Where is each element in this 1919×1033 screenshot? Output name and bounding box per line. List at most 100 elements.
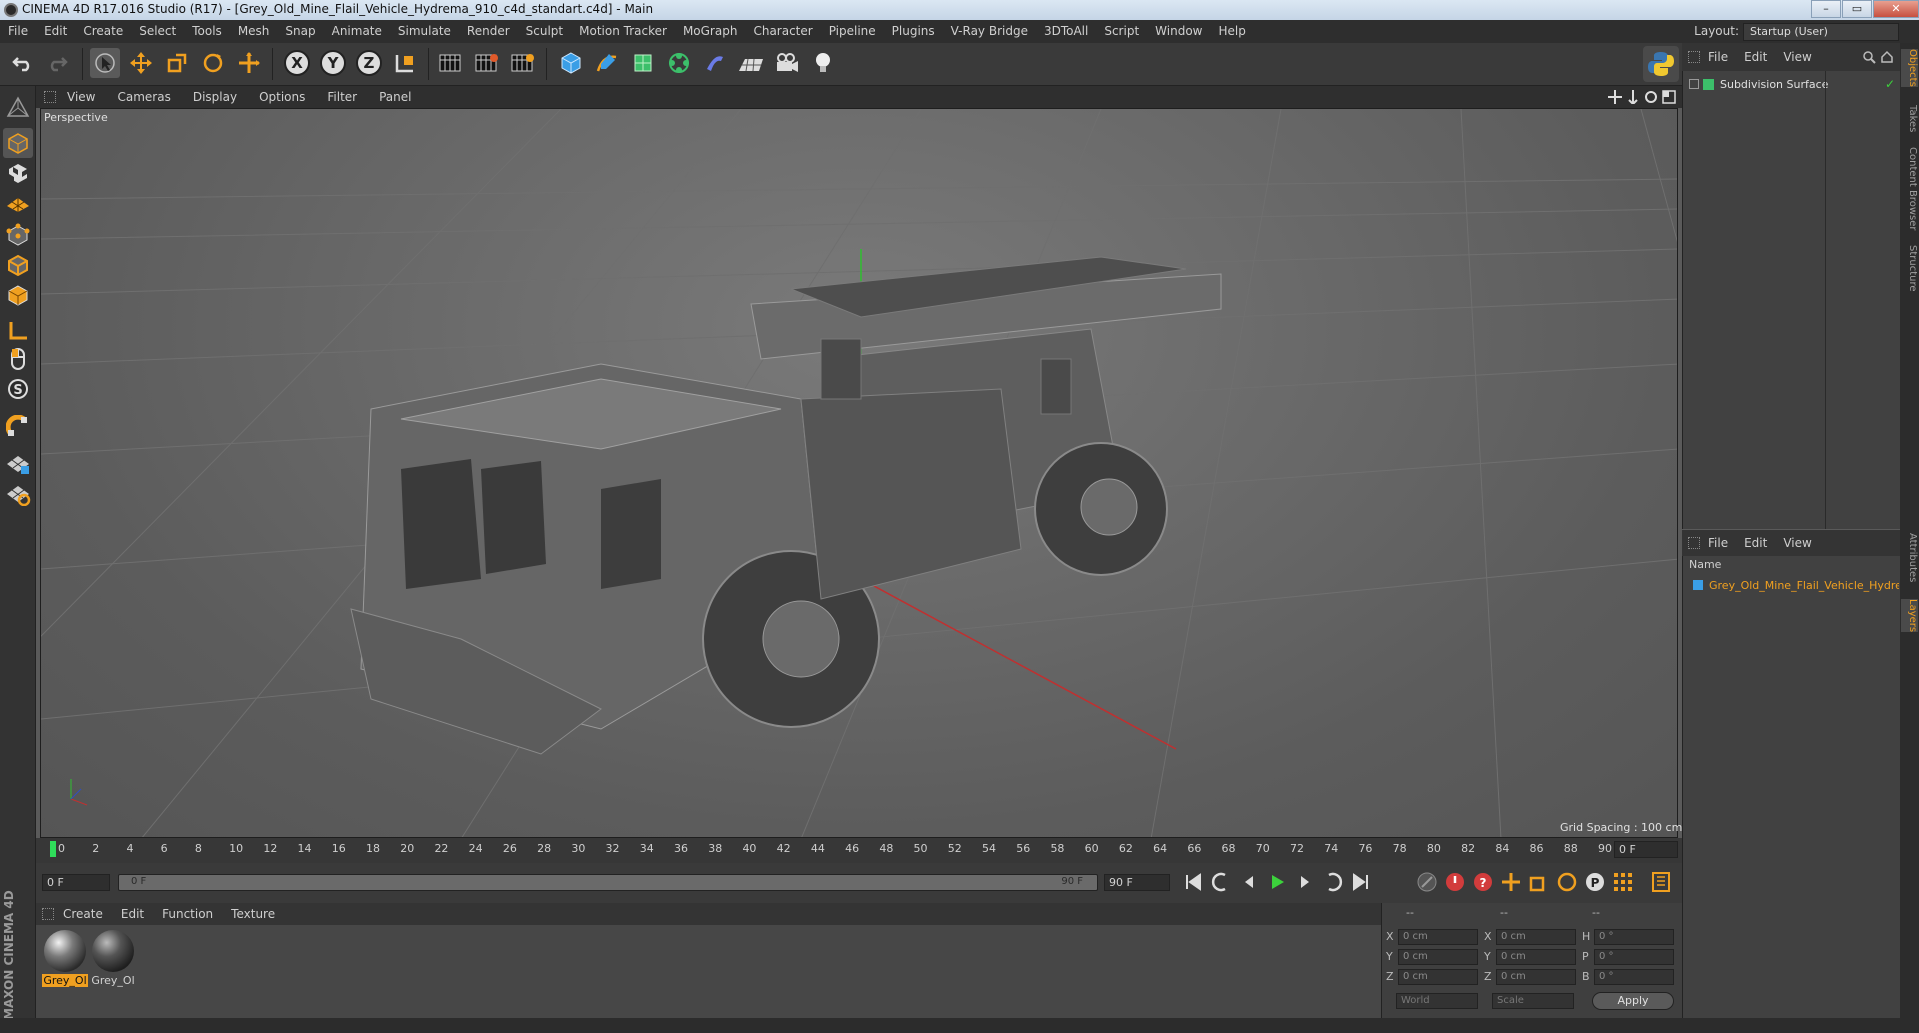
menu-window[interactable]: Window [1147, 20, 1210, 43]
tab-attributes[interactable]: Attributes [1901, 533, 1918, 582]
layer-menu-file[interactable]: File [1700, 530, 1736, 556]
menu-3dtoall[interactable]: 3DToAll [1036, 20, 1096, 43]
go-to-end-icon[interactable] [1350, 871, 1372, 893]
material-swatch[interactable]: Grey_Ol [90, 928, 136, 987]
material-menu-edit[interactable]: Edit [112, 903, 153, 925]
menu-tools[interactable]: Tools [184, 20, 230, 43]
edges-mode-icon[interactable] [3, 250, 33, 280]
position-z-field[interactable]: 0 cm [1398, 969, 1478, 985]
polygons-mode-icon[interactable] [3, 280, 33, 310]
x-axis-lock-icon[interactable]: X [282, 48, 312, 78]
layer-row[interactable]: Grey_Old_Mine_Flail_Vehicle_Hydrema_910 [1693, 576, 1899, 594]
maximize-view-icon[interactable] [1662, 90, 1676, 104]
tab-takes[interactable]: Takes [1901, 105, 1918, 132]
rotation-b-field[interactable]: 0 ° [1594, 969, 1674, 985]
make-editable-icon[interactable] [3, 92, 33, 122]
position-x-field[interactable]: 0 cm [1398, 929, 1478, 945]
viewport-menu-display[interactable]: Display [182, 86, 248, 108]
menu-select[interactable]: Select [131, 20, 184, 43]
render-settings-icon[interactable] [508, 48, 538, 78]
timeline-window-icon[interactable] [1650, 871, 1672, 893]
layer-menu-edit[interactable]: Edit [1736, 530, 1775, 556]
render-to-picture-viewer-icon[interactable] [472, 48, 502, 78]
python-icon[interactable] [1643, 46, 1679, 82]
floor-icon[interactable] [736, 48, 766, 78]
tab-content-browser[interactable]: Content Browser [1901, 147, 1918, 230]
rotate-icon[interactable] [198, 48, 228, 78]
menu-file[interactable]: File [0, 20, 36, 43]
perspective-viewport[interactable] [40, 108, 1678, 838]
size-x-field[interactable]: 0 cm [1496, 929, 1576, 945]
current-frame-field[interactable]: 0 F [1614, 841, 1678, 858]
viewport-menu-panel[interactable]: Panel [368, 86, 422, 108]
layer-menu-view[interactable]: View [1775, 530, 1819, 556]
enabled-check-icon[interactable]: ✓ [1885, 77, 1895, 91]
dolly-view-icon[interactable] [1626, 90, 1640, 104]
menu-motion-tracker[interactable]: Motion Tracker [571, 20, 675, 43]
planar-workplane-lock-icon[interactable] [3, 448, 33, 478]
key-position-icon[interactable] [1500, 871, 1522, 893]
camera-icon[interactable] [772, 48, 802, 78]
cube-icon[interactable] [556, 48, 586, 78]
locked-workplane-icon[interactable] [3, 412, 33, 442]
layout-select[interactable]: Startup (User) [1743, 23, 1899, 41]
frame-range-slider[interactable]: 0 F 90 F [118, 874, 1098, 891]
key-parameter-icon[interactable]: P [1584, 871, 1606, 893]
y-axis-lock-icon[interactable]: Y [318, 48, 348, 78]
start-frame-field[interactable]: 0 F [42, 874, 110, 891]
undo-icon[interactable] [8, 48, 38, 78]
texture-mode-icon[interactable] [3, 158, 33, 188]
material-menu-texture[interactable]: Texture [222, 903, 284, 925]
scale-icon[interactable] [162, 48, 192, 78]
object-menu-view[interactable]: View [1775, 43, 1819, 71]
key-point-level-icon[interactable] [1612, 871, 1634, 893]
tab-objects[interactable]: Objects [1901, 49, 1918, 87]
menu-render[interactable]: Render [459, 20, 518, 43]
position-y-field[interactable]: 0 cm [1398, 949, 1478, 965]
orbit-view-icon[interactable] [1644, 90, 1658, 104]
viewport-menu-options[interactable]: Options [248, 86, 316, 108]
size-z-field[interactable]: 0 cm [1496, 969, 1576, 985]
home-icon[interactable] [1880, 50, 1894, 64]
minimize-button[interactable]: – [1811, 0, 1841, 18]
pen-spline-icon[interactable] [592, 48, 622, 78]
previous-frame-icon[interactable] [1238, 871, 1260, 893]
coordinate-space-select[interactable]: World [1396, 993, 1478, 1009]
transform-icon[interactable] [234, 48, 264, 78]
key-rotation-icon[interactable] [1556, 871, 1578, 893]
deformer-icon[interactable] [700, 48, 730, 78]
previous-keyframe-icon[interactable] [1210, 871, 1232, 893]
snapping-icon[interactable]: S [3, 374, 33, 404]
move-icon[interactable] [126, 48, 156, 78]
menu-simulate[interactable]: Simulate [390, 20, 459, 43]
menu-create[interactable]: Create [75, 20, 131, 43]
coordinate-system-icon[interactable] [390, 48, 420, 78]
tab-layers[interactable]: Layers [1901, 599, 1918, 633]
material-swatch[interactable]: Grey_Ol [42, 928, 88, 987]
object-menu-file[interactable]: File [1700, 43, 1736, 71]
size-y-field[interactable]: 0 cm [1496, 949, 1576, 965]
close-button[interactable]: ✕ [1873, 0, 1919, 18]
next-keyframe-icon[interactable] [1322, 871, 1344, 893]
menu-mesh[interactable]: Mesh [230, 20, 278, 43]
end-frame-field[interactable]: 90 F [1104, 874, 1170, 891]
workplane-icon[interactable] [3, 188, 33, 218]
record-active-objects-icon[interactable] [1444, 871, 1466, 893]
rotation-p-field[interactable]: 0 ° [1594, 949, 1674, 965]
redo-icon[interactable] [42, 48, 72, 78]
viewport-menu-filter[interactable]: Filter [316, 86, 368, 108]
keyframe-selection-icon[interactable] [1416, 871, 1438, 893]
object-row[interactable]: Subdivision Surface ✓ [1689, 75, 1895, 93]
object-menu-edit[interactable]: Edit [1736, 43, 1775, 71]
light-icon[interactable] [808, 48, 838, 78]
menu-snap[interactable]: Snap [277, 20, 323, 43]
menu-vray-bridge[interactable]: V-Ray Bridge [943, 20, 1036, 43]
play-icon[interactable] [1266, 871, 1288, 893]
z-axis-lock-icon[interactable]: Z [354, 48, 384, 78]
autokeying-icon[interactable]: ? [1472, 871, 1494, 893]
next-frame-icon[interactable] [1294, 871, 1316, 893]
menu-script[interactable]: Script [1096, 20, 1147, 43]
menu-sculpt[interactable]: Sculpt [518, 20, 571, 43]
viewport-menu-cameras[interactable]: Cameras [106, 86, 181, 108]
pan-view-icon[interactable] [1608, 90, 1622, 104]
